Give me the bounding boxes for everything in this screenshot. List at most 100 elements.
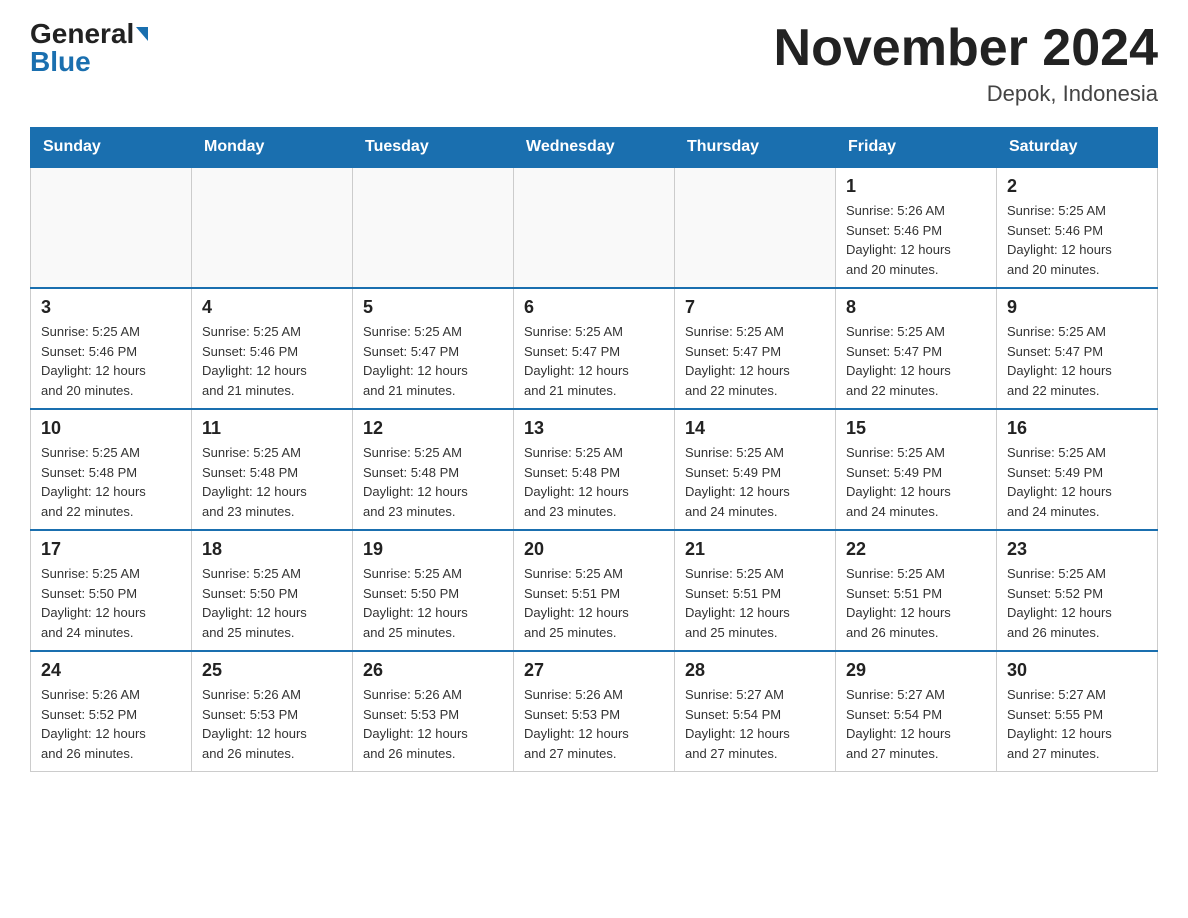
day-number: 25 bbox=[202, 660, 342, 681]
day-number: 23 bbox=[1007, 539, 1147, 560]
day-info: Sunrise: 5:25 AMSunset: 5:47 PMDaylight:… bbox=[685, 322, 825, 400]
calendar-cell: 12 Sunrise: 5:25 AMSunset: 5:48 PMDayligh… bbox=[353, 409, 514, 530]
logo-arrow-icon bbox=[136, 27, 148, 41]
day-number: 13 bbox=[524, 418, 664, 439]
weekday-header-monday: Monday bbox=[192, 128, 353, 168]
day-number: 2 bbox=[1007, 176, 1147, 197]
location-subtitle: Depok, Indonesia bbox=[774, 81, 1158, 107]
calendar-cell: 3Sunrise: 5:25 AMSunset: 5:46 PMDaylight… bbox=[31, 288, 192, 409]
title-block: November 2024 Depok, Indonesia bbox=[774, 20, 1158, 107]
calendar-cell: 18 Sunrise: 5:25 AMSunset: 5:50 PMDayligh… bbox=[192, 530, 353, 651]
day-info: Sunrise: 5:25 AMSunset: 5:49 PMDaylight:… bbox=[846, 443, 986, 521]
day-number: 27 bbox=[524, 660, 664, 681]
day-number: 30 bbox=[1007, 660, 1147, 681]
calendar-cell bbox=[192, 167, 353, 288]
day-info: Sunrise: 5:26 AMSunset: 5:53 PMDaylight:… bbox=[363, 685, 503, 763]
weekday-header-thursday: Thursday bbox=[675, 128, 836, 168]
day-info: Sunrise: 5:27 AMSunset: 5:54 PMDaylight:… bbox=[685, 685, 825, 763]
day-number: 26 bbox=[363, 660, 503, 681]
day-info: Sunrise: 5:25 AMSunset: 5:47 PMDaylight:… bbox=[363, 322, 503, 400]
calendar-cell: 9 Sunrise: 5:25 AMSunset: 5:47 PMDaylight… bbox=[997, 288, 1158, 409]
day-number: 22 bbox=[846, 539, 986, 560]
calendar-cell: 22 Sunrise: 5:25 AMSunset: 5:51 PMDayligh… bbox=[836, 530, 997, 651]
day-number: 4 bbox=[202, 297, 342, 318]
day-number: 19 bbox=[363, 539, 503, 560]
weekday-header-saturday: Saturday bbox=[997, 128, 1158, 168]
day-info: Sunrise: 5:25 AMSunset: 5:51 PMDaylight:… bbox=[846, 564, 986, 642]
day-info: Sunrise: 5:25 AMSunset: 5:50 PMDaylight:… bbox=[202, 564, 342, 642]
day-number: 7 bbox=[685, 297, 825, 318]
calendar-week-row: 3 Sunrise: 5:25 AMSunset: 5:46 PMDaylight… bbox=[31, 288, 1158, 409]
calendar-cell: 27 Sunrise: 5:26 AMSunset: 5:53 PMDayligh… bbox=[514, 651, 675, 772]
day-info: Sunrise: 5:25 AMSunset: 5:46 PMDaylight:… bbox=[202, 322, 342, 400]
calendar-cell: 11Sunrise: 5:25 AMSunset: 5:48 PMDayligh… bbox=[192, 409, 353, 530]
day-info: Sunrise: 5:26 AMSunset: 5:52 PMDaylight:… bbox=[41, 685, 181, 763]
calendar-cell: 24 Sunrise: 5:26 AMSunset: 5:52 PMDayligh… bbox=[31, 651, 192, 772]
weekday-header-tuesday: Tuesday bbox=[353, 128, 514, 168]
day-number: 15 bbox=[846, 418, 986, 439]
day-number: 17 bbox=[41, 539, 181, 560]
day-info: Sunrise: 5:26 AMSunset: 5:53 PMDaylight:… bbox=[202, 685, 342, 763]
day-info: Sunrise: 5:26 AMSunset: 5:53 PMDaylight:… bbox=[524, 685, 664, 763]
day-number: 8 bbox=[846, 297, 986, 318]
calendar-cell: 25 Sunrise: 5:26 AMSunset: 5:53 PMDayligh… bbox=[192, 651, 353, 772]
weekday-header-friday: Friday bbox=[836, 128, 997, 168]
weekday-header-sunday: Sunday bbox=[31, 128, 192, 168]
day-number: 20 bbox=[524, 539, 664, 560]
calendar-cell: 4 Sunrise: 5:25 AMSunset: 5:46 PMDaylight… bbox=[192, 288, 353, 409]
weekday-header-wednesday: Wednesday bbox=[514, 128, 675, 168]
day-info: Sunrise: 5:27 AMSunset: 5:54 PMDaylight:… bbox=[846, 685, 986, 763]
day-info: Sunrise: 5:25 AMSunset: 5:47 PMDaylight:… bbox=[846, 322, 986, 400]
calendar-cell: 29Sunrise: 5:27 AMSunset: 5:54 PMDayligh… bbox=[836, 651, 997, 772]
day-number: 18 bbox=[202, 539, 342, 560]
day-number: 21 bbox=[685, 539, 825, 560]
calendar-table: SundayMondayTuesdayWednesdayThursdayFrid… bbox=[30, 127, 1158, 772]
day-info: Sunrise: 5:27 AMSunset: 5:55 PMDaylight:… bbox=[1007, 685, 1147, 763]
calendar-week-row: 1 Sunrise: 5:26 AMSunset: 5:46 PMDaylight… bbox=[31, 167, 1158, 288]
calendar-cell: 21 Sunrise: 5:25 AMSunset: 5:51 PMDayligh… bbox=[675, 530, 836, 651]
day-number: 16 bbox=[1007, 418, 1147, 439]
day-info: Sunrise: 5:25 AMSunset: 5:47 PMDaylight:… bbox=[1007, 322, 1147, 400]
day-number: 3 bbox=[41, 297, 181, 318]
day-info: Sunrise: 5:25 AMSunset: 5:50 PMDaylight:… bbox=[41, 564, 181, 642]
calendar-cell: 15 Sunrise: 5:25 AMSunset: 5:49 PMDayligh… bbox=[836, 409, 997, 530]
day-number: 10 bbox=[41, 418, 181, 439]
calendar-cell: 20Sunrise: 5:25 AMSunset: 5:51 PMDayligh… bbox=[514, 530, 675, 651]
day-info: Sunrise: 5:25 AMSunset: 5:51 PMDaylight:… bbox=[685, 564, 825, 642]
calendar-cell bbox=[514, 167, 675, 288]
calendar-cell: 7 Sunrise: 5:25 AMSunset: 5:47 PMDaylight… bbox=[675, 288, 836, 409]
calendar-cell: 30 Sunrise: 5:27 AMSunset: 5:55 PMDayligh… bbox=[997, 651, 1158, 772]
day-info: Sunrise: 5:25 AMSunset: 5:47 PMDaylight:… bbox=[524, 322, 664, 400]
day-number: 28 bbox=[685, 660, 825, 681]
day-number: 12 bbox=[363, 418, 503, 439]
day-number: 24 bbox=[41, 660, 181, 681]
day-number: 1 bbox=[846, 176, 986, 197]
calendar-cell: 14Sunrise: 5:25 AMSunset: 5:49 PMDayligh… bbox=[675, 409, 836, 530]
calendar-cell: 19 Sunrise: 5:25 AMSunset: 5:50 PMDayligh… bbox=[353, 530, 514, 651]
calendar-week-row: 17 Sunrise: 5:25 AMSunset: 5:50 PMDayligh… bbox=[31, 530, 1158, 651]
weekday-header-row: SundayMondayTuesdayWednesdayThursdayFrid… bbox=[31, 128, 1158, 168]
calendar-cell: 10Sunrise: 5:25 AMSunset: 5:48 PMDayligh… bbox=[31, 409, 192, 530]
calendar-cell: 16 Sunrise: 5:25 AMSunset: 5:49 PMDayligh… bbox=[997, 409, 1158, 530]
month-title: November 2024 bbox=[774, 20, 1158, 77]
day-info: Sunrise: 5:26 AMSunset: 5:46 PMDaylight:… bbox=[846, 201, 986, 279]
day-info: Sunrise: 5:25 AMSunset: 5:48 PMDaylight:… bbox=[524, 443, 664, 521]
page-header: General Blue November 2024 Depok, Indone… bbox=[30, 20, 1158, 107]
day-info: Sunrise: 5:25 AMSunset: 5:49 PMDaylight:… bbox=[1007, 443, 1147, 521]
logo: General Blue bbox=[30, 20, 148, 76]
day-info: Sunrise: 5:25 AMSunset: 5:49 PMDaylight:… bbox=[685, 443, 825, 521]
day-info: Sunrise: 5:25 AMSunset: 5:48 PMDaylight:… bbox=[363, 443, 503, 521]
calendar-cell: 23Sunrise: 5:25 AMSunset: 5:52 PMDayligh… bbox=[997, 530, 1158, 651]
calendar-week-row: 24 Sunrise: 5:26 AMSunset: 5:52 PMDayligh… bbox=[31, 651, 1158, 772]
calendar-cell: 13 Sunrise: 5:25 AMSunset: 5:48 PMDayligh… bbox=[514, 409, 675, 530]
calendar-cell: 26 Sunrise: 5:26 AMSunset: 5:53 PMDayligh… bbox=[353, 651, 514, 772]
calendar-cell: 6 Sunrise: 5:25 AMSunset: 5:47 PMDaylight… bbox=[514, 288, 675, 409]
calendar-cell: 28 Sunrise: 5:27 AMSunset: 5:54 PMDayligh… bbox=[675, 651, 836, 772]
calendar-cell: 17 Sunrise: 5:25 AMSunset: 5:50 PMDayligh… bbox=[31, 530, 192, 651]
day-info: Sunrise: 5:25 AMSunset: 5:50 PMDaylight:… bbox=[363, 564, 503, 642]
day-number: 9 bbox=[1007, 297, 1147, 318]
logo-blue-text: Blue bbox=[30, 46, 91, 77]
calendar-cell: 2Sunrise: 5:25 AMSunset: 5:46 PMDaylight… bbox=[997, 167, 1158, 288]
calendar-cell bbox=[675, 167, 836, 288]
day-number: 6 bbox=[524, 297, 664, 318]
